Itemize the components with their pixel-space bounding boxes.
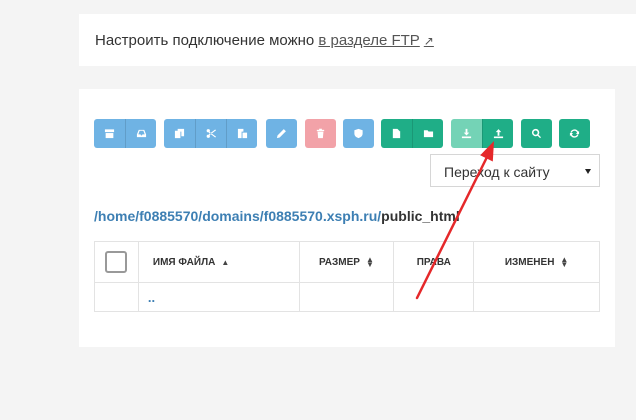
file-manager-panel: Переход к сайту /home/f0885570/domains/f…: [79, 89, 615, 347]
archive-icon: [104, 129, 115, 139]
row-perms-cell: [393, 282, 475, 312]
trash-icon: [316, 128, 325, 139]
column-size-label: Размер: [319, 256, 360, 268]
upload-icon: [493, 129, 503, 139]
new-folder-icon: [423, 130, 433, 138]
row-checkbox-cell: [94, 282, 139, 312]
cut-button[interactable]: [195, 119, 226, 148]
new-file-icon: [392, 128, 401, 139]
copy-button[interactable]: [164, 119, 195, 148]
archive-button[interactable]: [94, 119, 125, 148]
breadcrumb: /home/f0885570/domains/f0885570.xsph.ru/…: [94, 208, 460, 224]
new-folder-button[interactable]: [412, 119, 443, 148]
rename-button[interactable]: [266, 119, 297, 148]
download-button[interactable]: [451, 119, 482, 148]
column-name[interactable]: Имя файла ▲: [137, 241, 300, 283]
crumb-domains[interactable]: domains: [202, 208, 260, 224]
external-link-icon: ↗: [423, 34, 434, 48]
pencil-icon: [276, 129, 286, 139]
sort-asc-icon: ▲: [221, 257, 230, 267]
column-name-label: Имя файла: [152, 256, 216, 268]
refresh-icon: [569, 129, 580, 138]
copy-icon: [174, 128, 185, 139]
rename-button-group: [266, 119, 297, 148]
delete-button-group: [305, 119, 336, 148]
extract-button[interactable]: [125, 119, 156, 148]
column-modified-label: Изменен: [504, 256, 555, 268]
crumb-home[interactable]: /home/: [94, 208, 139, 224]
paste-button[interactable]: [226, 119, 257, 148]
download-icon: [461, 128, 472, 139]
permissions-button[interactable]: [343, 119, 374, 148]
column-perms-label: Права: [416, 256, 451, 268]
sort-icon: ▲ ▼: [365, 255, 374, 269]
shield-icon: [354, 128, 363, 139]
permissions-button-group: [343, 119, 374, 148]
transfer-button-group: [451, 119, 513, 148]
column-modified[interactable]: Изменен ▲ ▼: [473, 241, 600, 283]
upload-button[interactable]: [482, 119, 513, 148]
crumb-current: public_html: [381, 208, 460, 224]
caret-down-icon: [585, 169, 591, 174]
inbox-icon: [136, 129, 146, 138]
ftp-notice-card: Настроить подключение можно в разделе FT…: [79, 14, 636, 66]
create-button-group: [381, 119, 443, 148]
row-size-cell: [298, 282, 395, 312]
delete-button[interactable]: [305, 119, 336, 148]
refresh-button[interactable]: [559, 119, 590, 148]
column-perms: Права: [393, 241, 475, 283]
file-table: Имя файла ▲ Размер ▲ ▼ Права Изменен ▲ ▼ ..: [94, 241, 600, 312]
row-modified-cell: [473, 282, 600, 312]
table-header-row: Имя файла ▲ Размер ▲ ▼ Права Изменен ▲ ▼: [94, 241, 600, 283]
ftp-notice: Настроить подключение можно в разделе FT…: [95, 32, 434, 49]
ftp-notice-text: Настроить подключение можно: [95, 32, 315, 49]
select-all-cell: [94, 241, 139, 283]
table-row[interactable]: ..: [94, 282, 600, 312]
paste-icon: [237, 128, 247, 139]
archive-button-group: [94, 119, 156, 148]
refresh-button-group: [559, 119, 590, 148]
search-button[interactable]: [521, 119, 552, 148]
new-file-button[interactable]: [381, 119, 412, 148]
crumb-domain[interactable]: f0885570.xsph.ru: [264, 208, 378, 224]
sort-icon: ▲ ▼: [560, 255, 569, 269]
search-icon: [532, 128, 541, 139]
crumb-user[interactable]: f0885570: [139, 208, 198, 224]
row-name-cell: ..: [137, 282, 300, 312]
site-select-label: Переход к сайту: [444, 164, 550, 180]
clipboard-button-group: [164, 119, 257, 148]
parent-directory-link[interactable]: ..: [139, 290, 155, 305]
site-select[interactable]: Переход к сайту: [430, 154, 600, 187]
ftp-settings-link[interactable]: в разделе FTP ↗: [318, 32, 433, 49]
select-all-checkbox[interactable]: [105, 251, 128, 273]
column-size[interactable]: Размер ▲ ▼: [298, 241, 395, 283]
scissors-icon: [206, 129, 216, 138]
search-button-group: [521, 119, 552, 148]
